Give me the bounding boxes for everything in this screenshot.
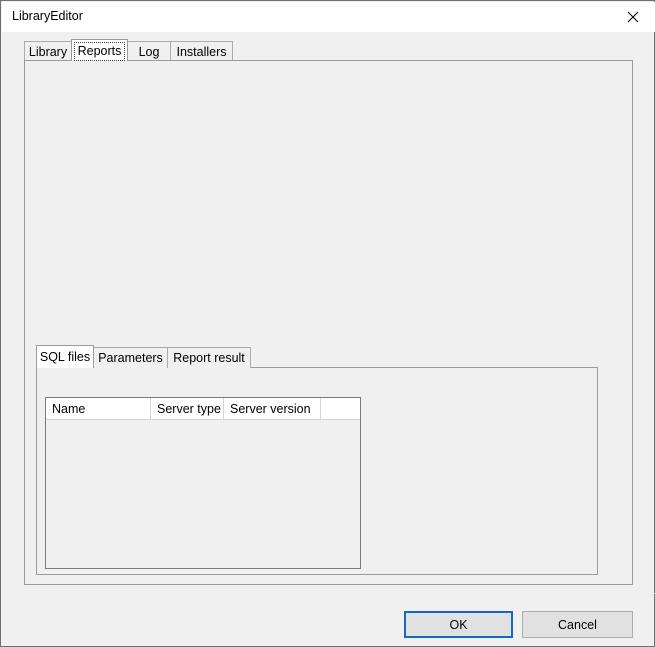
tab-reports[interactable]: Reports <box>71 39 128 61</box>
column-header-name[interactable]: Name <box>46 398 151 419</box>
close-icon[interactable] <box>610 2 655 32</box>
column-header-blank[interactable] <box>321 398 360 419</box>
cancel-button-label: Cancel <box>558 618 597 632</box>
inner-tab-strip: SQL files Parameters Report result <box>36 345 598 368</box>
cancel-button[interactable]: Cancel <box>522 611 633 638</box>
tab-library[interactable]: Library <box>24 41 72 61</box>
inner-tab-parameters-label: Parameters <box>98 351 163 365</box>
inner-tab-sql-files-label: SQL files <box>40 350 90 364</box>
inner-tab-report-result[interactable]: Report result <box>167 347 251 368</box>
tab-log[interactable]: Log <box>127 41 171 61</box>
main-tab-strip: Library Reports Log Installers <box>24 39 633 61</box>
library-editor-dialog: LibraryEditor Library Reports Log Instal… <box>0 0 655 647</box>
tab-installers-label: Installers <box>176 45 226 59</box>
column-header-server-type[interactable]: Server type <box>151 398 224 419</box>
footer-divider <box>2 593 655 594</box>
column-header-server-version[interactable]: Server version <box>224 398 321 419</box>
tab-installers[interactable]: Installers <box>170 41 233 61</box>
inner-tab-report-result-label: Report result <box>173 351 245 365</box>
files-grid-header: Name Server type Server version <box>46 398 360 420</box>
ok-button[interactable]: OK <box>404 611 513 638</box>
tab-log-label: Log <box>139 45 160 59</box>
window-title: LibraryEditor <box>12 9 83 23</box>
inner-tab-sql-files[interactable]: SQL files <box>36 345 94 368</box>
files-grid-body <box>46 420 360 569</box>
tab-library-label: Library <box>29 45 67 59</box>
title-bar: LibraryEditor <box>2 2 655 32</box>
files-grid[interactable]: Name Server type Server version <box>45 397 361 569</box>
inner-tab-parameters[interactable]: Parameters <box>93 347 168 368</box>
ok-button-label: OK <box>449 618 467 632</box>
tab-reports-label: Reports <box>78 44 122 58</box>
